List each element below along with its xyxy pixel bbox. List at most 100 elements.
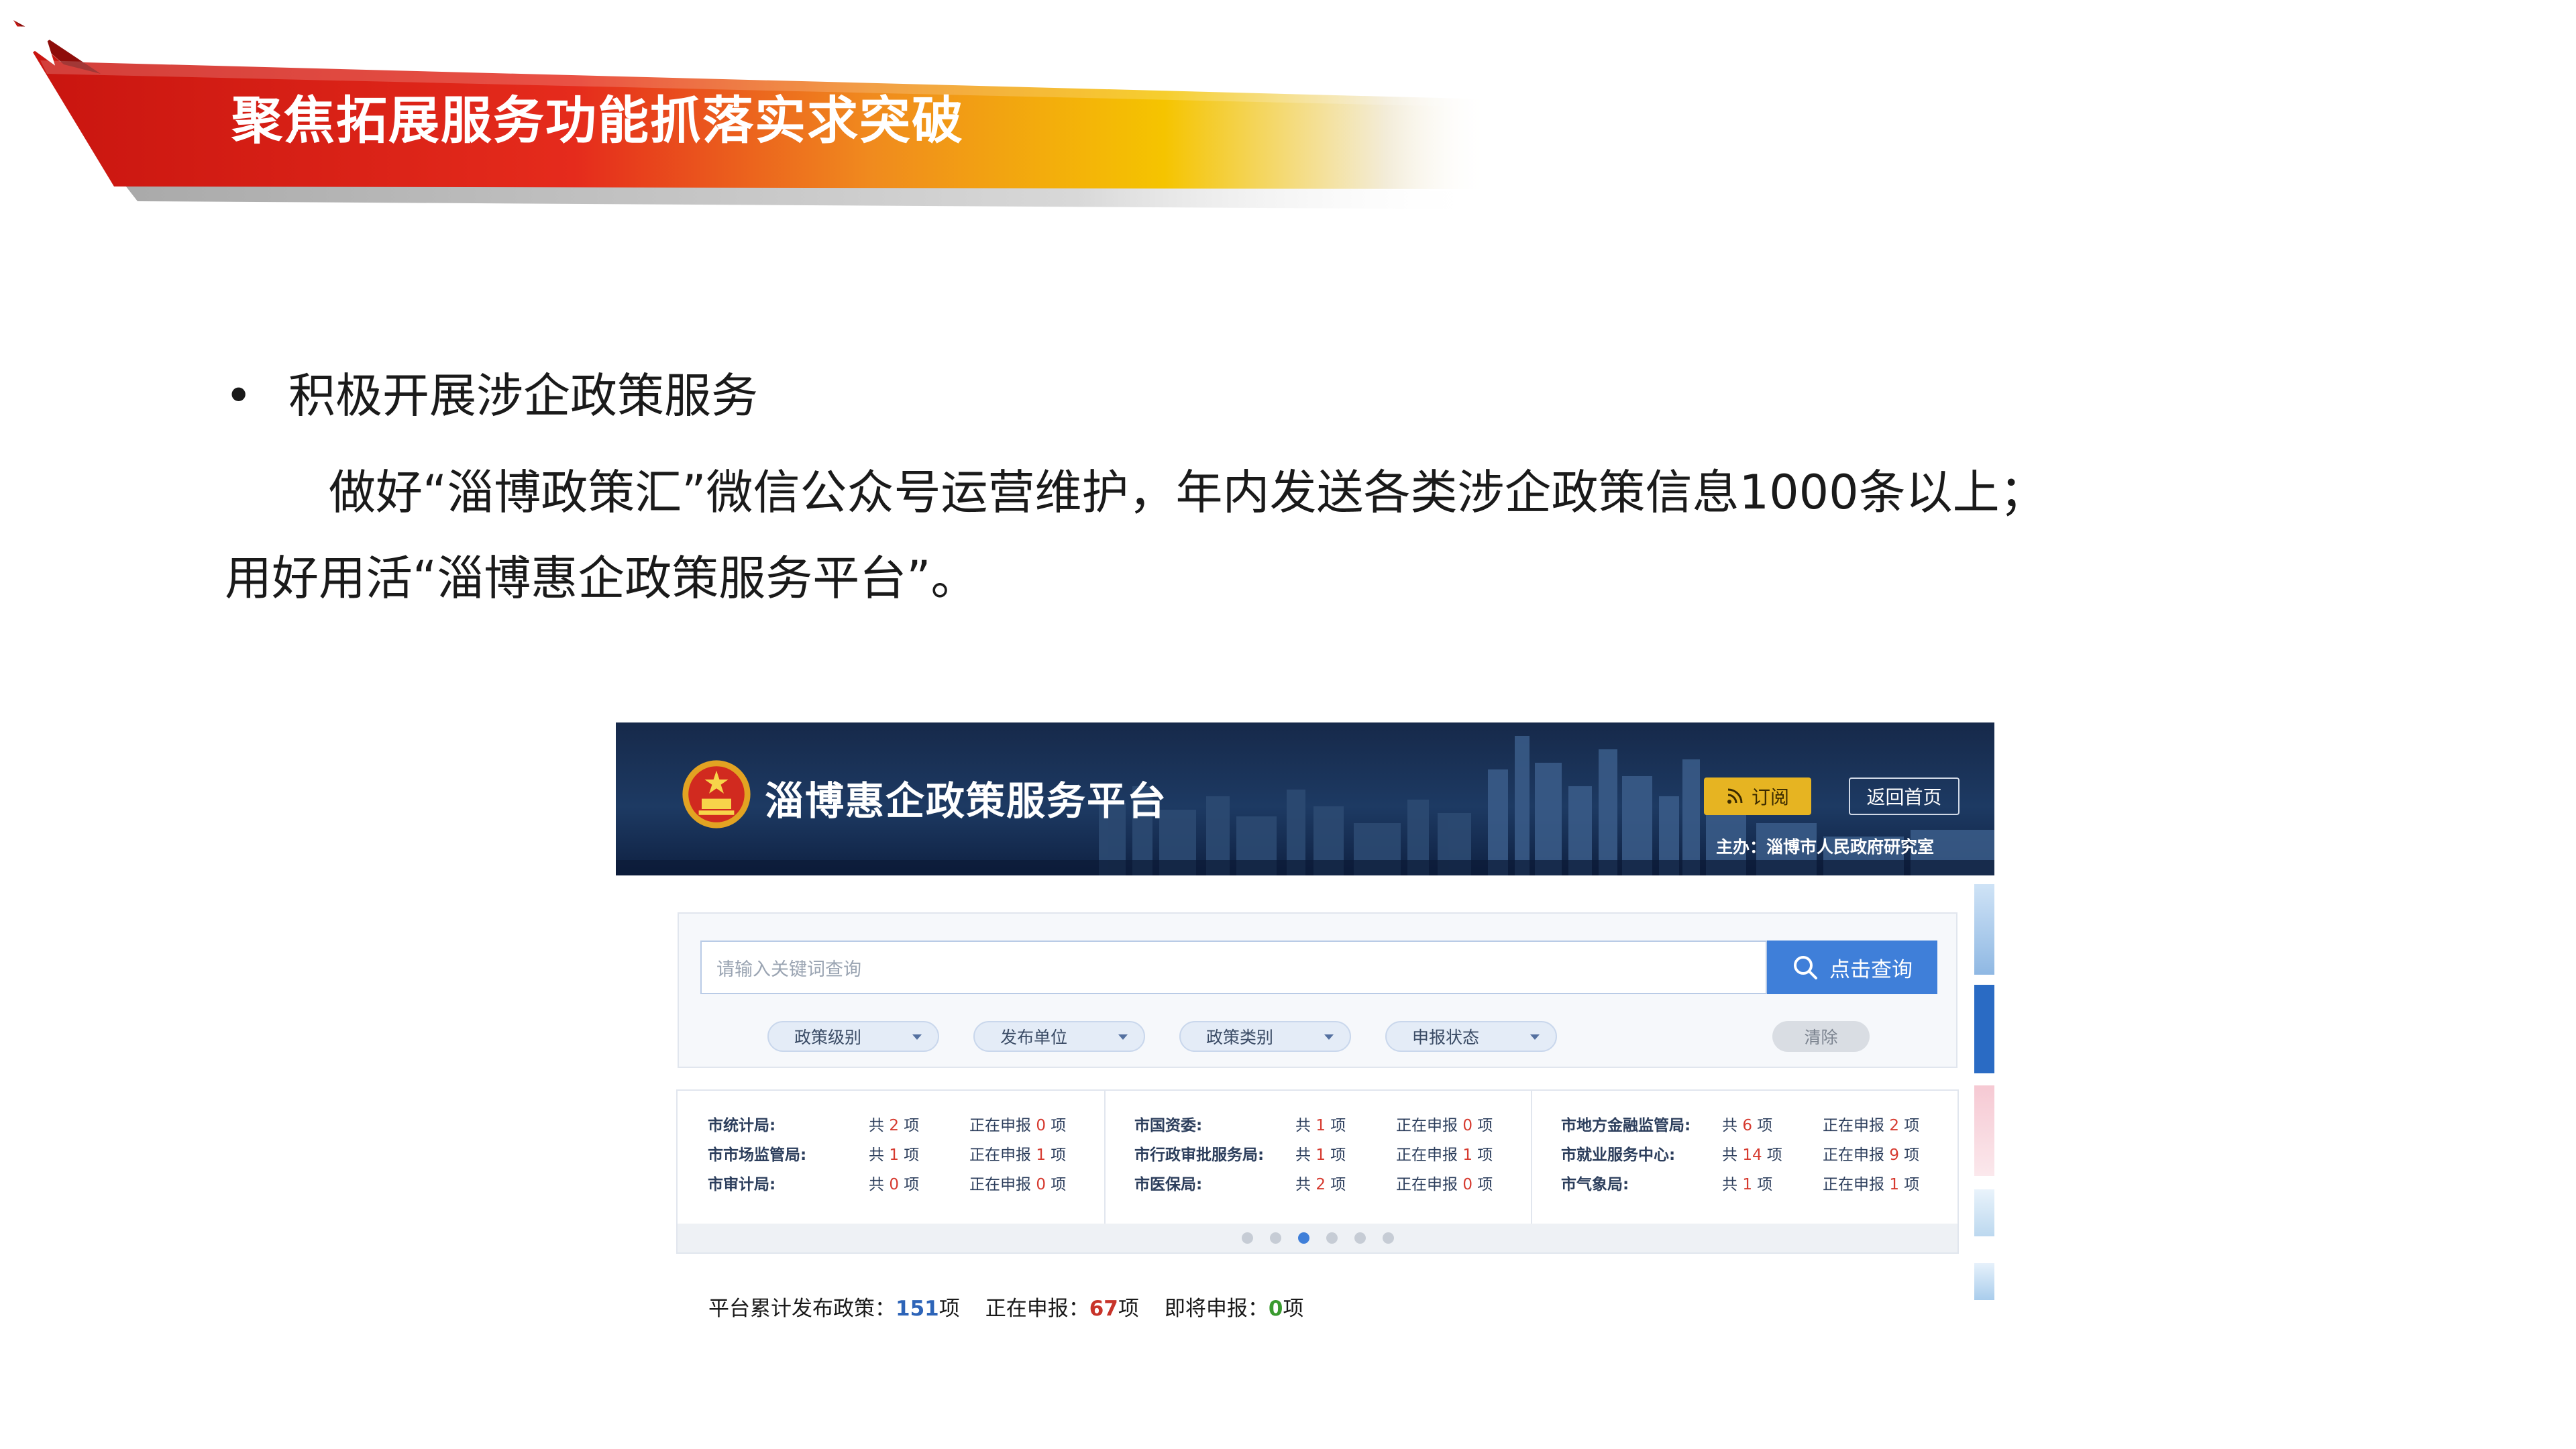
filter-policy-level[interactable]: 政策级别 xyxy=(767,1021,939,1052)
body-paragraph: 做好“淄博政策汇”微信公众号运营维护，年内发送各类涉企政策信息1000条以上； … xyxy=(225,449,2170,621)
open-unit: 项 xyxy=(1118,1297,1139,1321)
department-name: 市审计局: xyxy=(708,1176,776,1193)
department-open: 正在申报 2 项 xyxy=(1823,1117,1920,1134)
carousel-dot[interactable] xyxy=(1326,1232,1338,1244)
department-column: 市国资委: 共 1 项正在申报 0 项市行政审批服务局: 共 1 项正在申报 1 项… xyxy=(1104,1091,1532,1224)
department-column: 市统计局: 共 2 项正在申报 0 项市市场监管局: 共 1 项正在申报 1 项市审… xyxy=(678,1091,1106,1224)
bullet-title: 积极开展涉企政策服务 xyxy=(288,368,758,423)
department-total: 共 1 项 xyxy=(1722,1176,1773,1193)
host-label: 主办：淄博市人民政府研究室 xyxy=(1716,837,1935,857)
department-row[interactable]: 市气象局: 共 1 项 正在申报 1 项 xyxy=(1531,1165,1959,1194)
department-total: 共 2 项 xyxy=(869,1117,920,1134)
open-value: 67 xyxy=(1089,1297,1118,1321)
chevron-down-icon xyxy=(1530,1034,1540,1040)
side-thumbnail[interactable] xyxy=(1974,1263,1994,1300)
department-open: 正在申报 9 项 xyxy=(1823,1146,1920,1164)
carousel-dot[interactable] xyxy=(1298,1232,1309,1244)
department-row[interactable]: 市审计局: 共 0 项 正在申报 0 项 xyxy=(678,1165,1106,1194)
department-open: 正在申报 1 项 xyxy=(1823,1176,1920,1193)
subscribe-label: 订阅 xyxy=(1751,786,1789,808)
paragraph-line-1: 做好“淄博政策汇”微信公众号运营维护，年内发送各类涉企政策信息1000条以上； xyxy=(225,449,2170,535)
department-total: 共 6 项 xyxy=(1722,1117,1773,1134)
filter-publisher[interactable]: 发布单位 xyxy=(973,1021,1145,1052)
department-total: 共 1 项 xyxy=(1295,1117,1346,1134)
carousel-dot[interactable] xyxy=(1383,1232,1394,1244)
bullet-item: • 积极开展涉企政策服务 xyxy=(225,366,758,426)
bullet-dot: • xyxy=(225,368,253,423)
clear-button[interactable]: 清除 xyxy=(1772,1021,1870,1052)
department-name: 市地方金融监管局: xyxy=(1561,1117,1691,1134)
platform-title: 淄博惠企政策服务平台 xyxy=(765,778,1168,824)
side-thumbnail[interactable] xyxy=(1974,1085,1994,1176)
side-thumbnails xyxy=(1974,884,1994,1300)
carousel-dots xyxy=(678,1224,1957,1252)
side-thumbnail[interactable] xyxy=(1974,1189,1994,1236)
platform-screenshot: 淄博惠企政策服务平台 订阅 返回首页 主办：淄博市人民政府研究室 请输入关键词查… xyxy=(616,722,1994,1360)
return-home-button[interactable]: 返回首页 xyxy=(1849,777,1960,815)
department-stats-panel: 市统计局: 共 2 项正在申报 0 项市市场监管局: 共 1 项正在申报 1 项市审… xyxy=(676,1089,1959,1254)
published-value: 151 xyxy=(896,1297,939,1321)
national-emblem-icon xyxy=(682,760,751,828)
department-row[interactable]: 市国资委: 共 1 项 正在申报 0 项 xyxy=(1104,1106,1532,1135)
department-column: 市地方金融监管局: 共 6 项正在申报 2 项市就业服务中心: 共 14 项正在申报… xyxy=(1531,1091,1959,1224)
open-label: 正在申报： xyxy=(985,1297,1089,1321)
chevron-down-icon xyxy=(1118,1034,1128,1040)
side-thumbnail[interactable] xyxy=(1974,985,1994,1073)
department-total: 共 1 项 xyxy=(869,1146,920,1164)
upcoming-label: 即将申报： xyxy=(1164,1297,1269,1321)
department-name: 市国资委: xyxy=(1134,1117,1203,1134)
department-name: 市就业服务中心: xyxy=(1561,1146,1676,1164)
department-name: 市统计局: xyxy=(708,1117,776,1134)
filter-label: 政策类别 xyxy=(1206,1028,1274,1047)
star-icon xyxy=(2,3,68,66)
department-row[interactable]: 市地方金融监管局: 共 6 项 正在申报 2 项 xyxy=(1531,1106,1959,1135)
department-total: 共 0 项 xyxy=(869,1176,920,1193)
department-open: 正在申报 0 项 xyxy=(969,1117,1067,1134)
banner-title: 聚焦拓展服务功能抓落实求突破 xyxy=(231,91,964,150)
search-input[interactable]: 请输入关键词查询 xyxy=(700,941,1767,994)
department-row[interactable]: 市就业服务中心: 共 14 项 正在申报 9 项 xyxy=(1531,1135,1959,1165)
department-row[interactable]: 市市场监管局: 共 1 项 正在申报 1 项 xyxy=(678,1135,1106,1165)
subscribe-button[interactable]: 订阅 xyxy=(1704,777,1811,815)
upcoming-value: 0 xyxy=(1268,1297,1283,1321)
chevron-down-icon xyxy=(1324,1034,1334,1040)
department-open: 正在申报 0 项 xyxy=(1396,1176,1493,1193)
title-banner: 聚焦拓展服务功能抓落实求突破 xyxy=(0,0,1489,215)
department-name: 市市场监管局: xyxy=(708,1146,807,1164)
search-icon xyxy=(1794,956,1817,979)
chevron-down-icon xyxy=(912,1034,922,1040)
side-thumbnail[interactable] xyxy=(1974,884,1994,975)
paragraph-line-2: 用好用活“淄博惠企政策服务平台”。 xyxy=(225,551,978,606)
carousel-dot[interactable] xyxy=(1242,1232,1253,1244)
department-total: 共 14 项 xyxy=(1722,1146,1782,1164)
search-panel: 请输入关键词查询 点击查询 政策级别 发布单位 政策类别 申报状态 清除 xyxy=(678,912,1957,1068)
department-row[interactable]: 市医保局: 共 2 项 正在申报 0 项 xyxy=(1104,1165,1532,1194)
rss-icon xyxy=(1727,788,1743,804)
department-name: 市医保局: xyxy=(1134,1176,1203,1193)
search-button-label: 点击查询 xyxy=(1829,957,1913,982)
department-row[interactable]: 市行政审批服务局: 共 1 项 正在申报 1 项 xyxy=(1104,1135,1532,1165)
carousel-dot[interactable] xyxy=(1354,1232,1366,1244)
platform-header: 淄博惠企政策服务平台 订阅 返回首页 主办：淄博市人民政府研究室 xyxy=(616,722,1994,875)
paragraph-line-1-text: 做好“淄博政策汇”微信公众号运营维护，年内发送各类涉企政策信息1000条以上； xyxy=(329,465,2047,520)
department-open: 正在申报 0 项 xyxy=(1396,1117,1493,1134)
filter-label: 政策级别 xyxy=(794,1028,862,1047)
department-open: 正在申报 1 项 xyxy=(969,1146,1067,1164)
platform-totals: 平台累计发布政策：151项 正在申报：67项 即将申报：0项 xyxy=(708,1291,1303,1322)
department-row[interactable]: 市统计局: 共 2 项 正在申报 0 项 xyxy=(678,1106,1106,1135)
published-label: 平台累计发布政策： xyxy=(708,1297,896,1321)
department-open: 正在申报 0 项 xyxy=(969,1176,1067,1193)
department-name: 市行政审批服务局: xyxy=(1134,1146,1265,1164)
filter-policy-category[interactable]: 政策类别 xyxy=(1179,1021,1351,1052)
department-total: 共 1 项 xyxy=(1295,1146,1346,1164)
carousel-dot[interactable] xyxy=(1270,1232,1281,1244)
upcoming-unit: 项 xyxy=(1283,1297,1304,1321)
published-unit: 项 xyxy=(938,1297,960,1321)
search-button[interactable]: 点击查询 xyxy=(1767,941,1937,994)
filter-application-status[interactable]: 申报状态 xyxy=(1385,1021,1557,1052)
department-total: 共 2 项 xyxy=(1295,1176,1346,1193)
department-name: 市气象局: xyxy=(1561,1176,1629,1193)
department-open: 正在申报 1 项 xyxy=(1396,1146,1493,1164)
filter-label: 申报状态 xyxy=(1412,1028,1480,1047)
filter-label: 发布单位 xyxy=(1000,1028,1068,1047)
